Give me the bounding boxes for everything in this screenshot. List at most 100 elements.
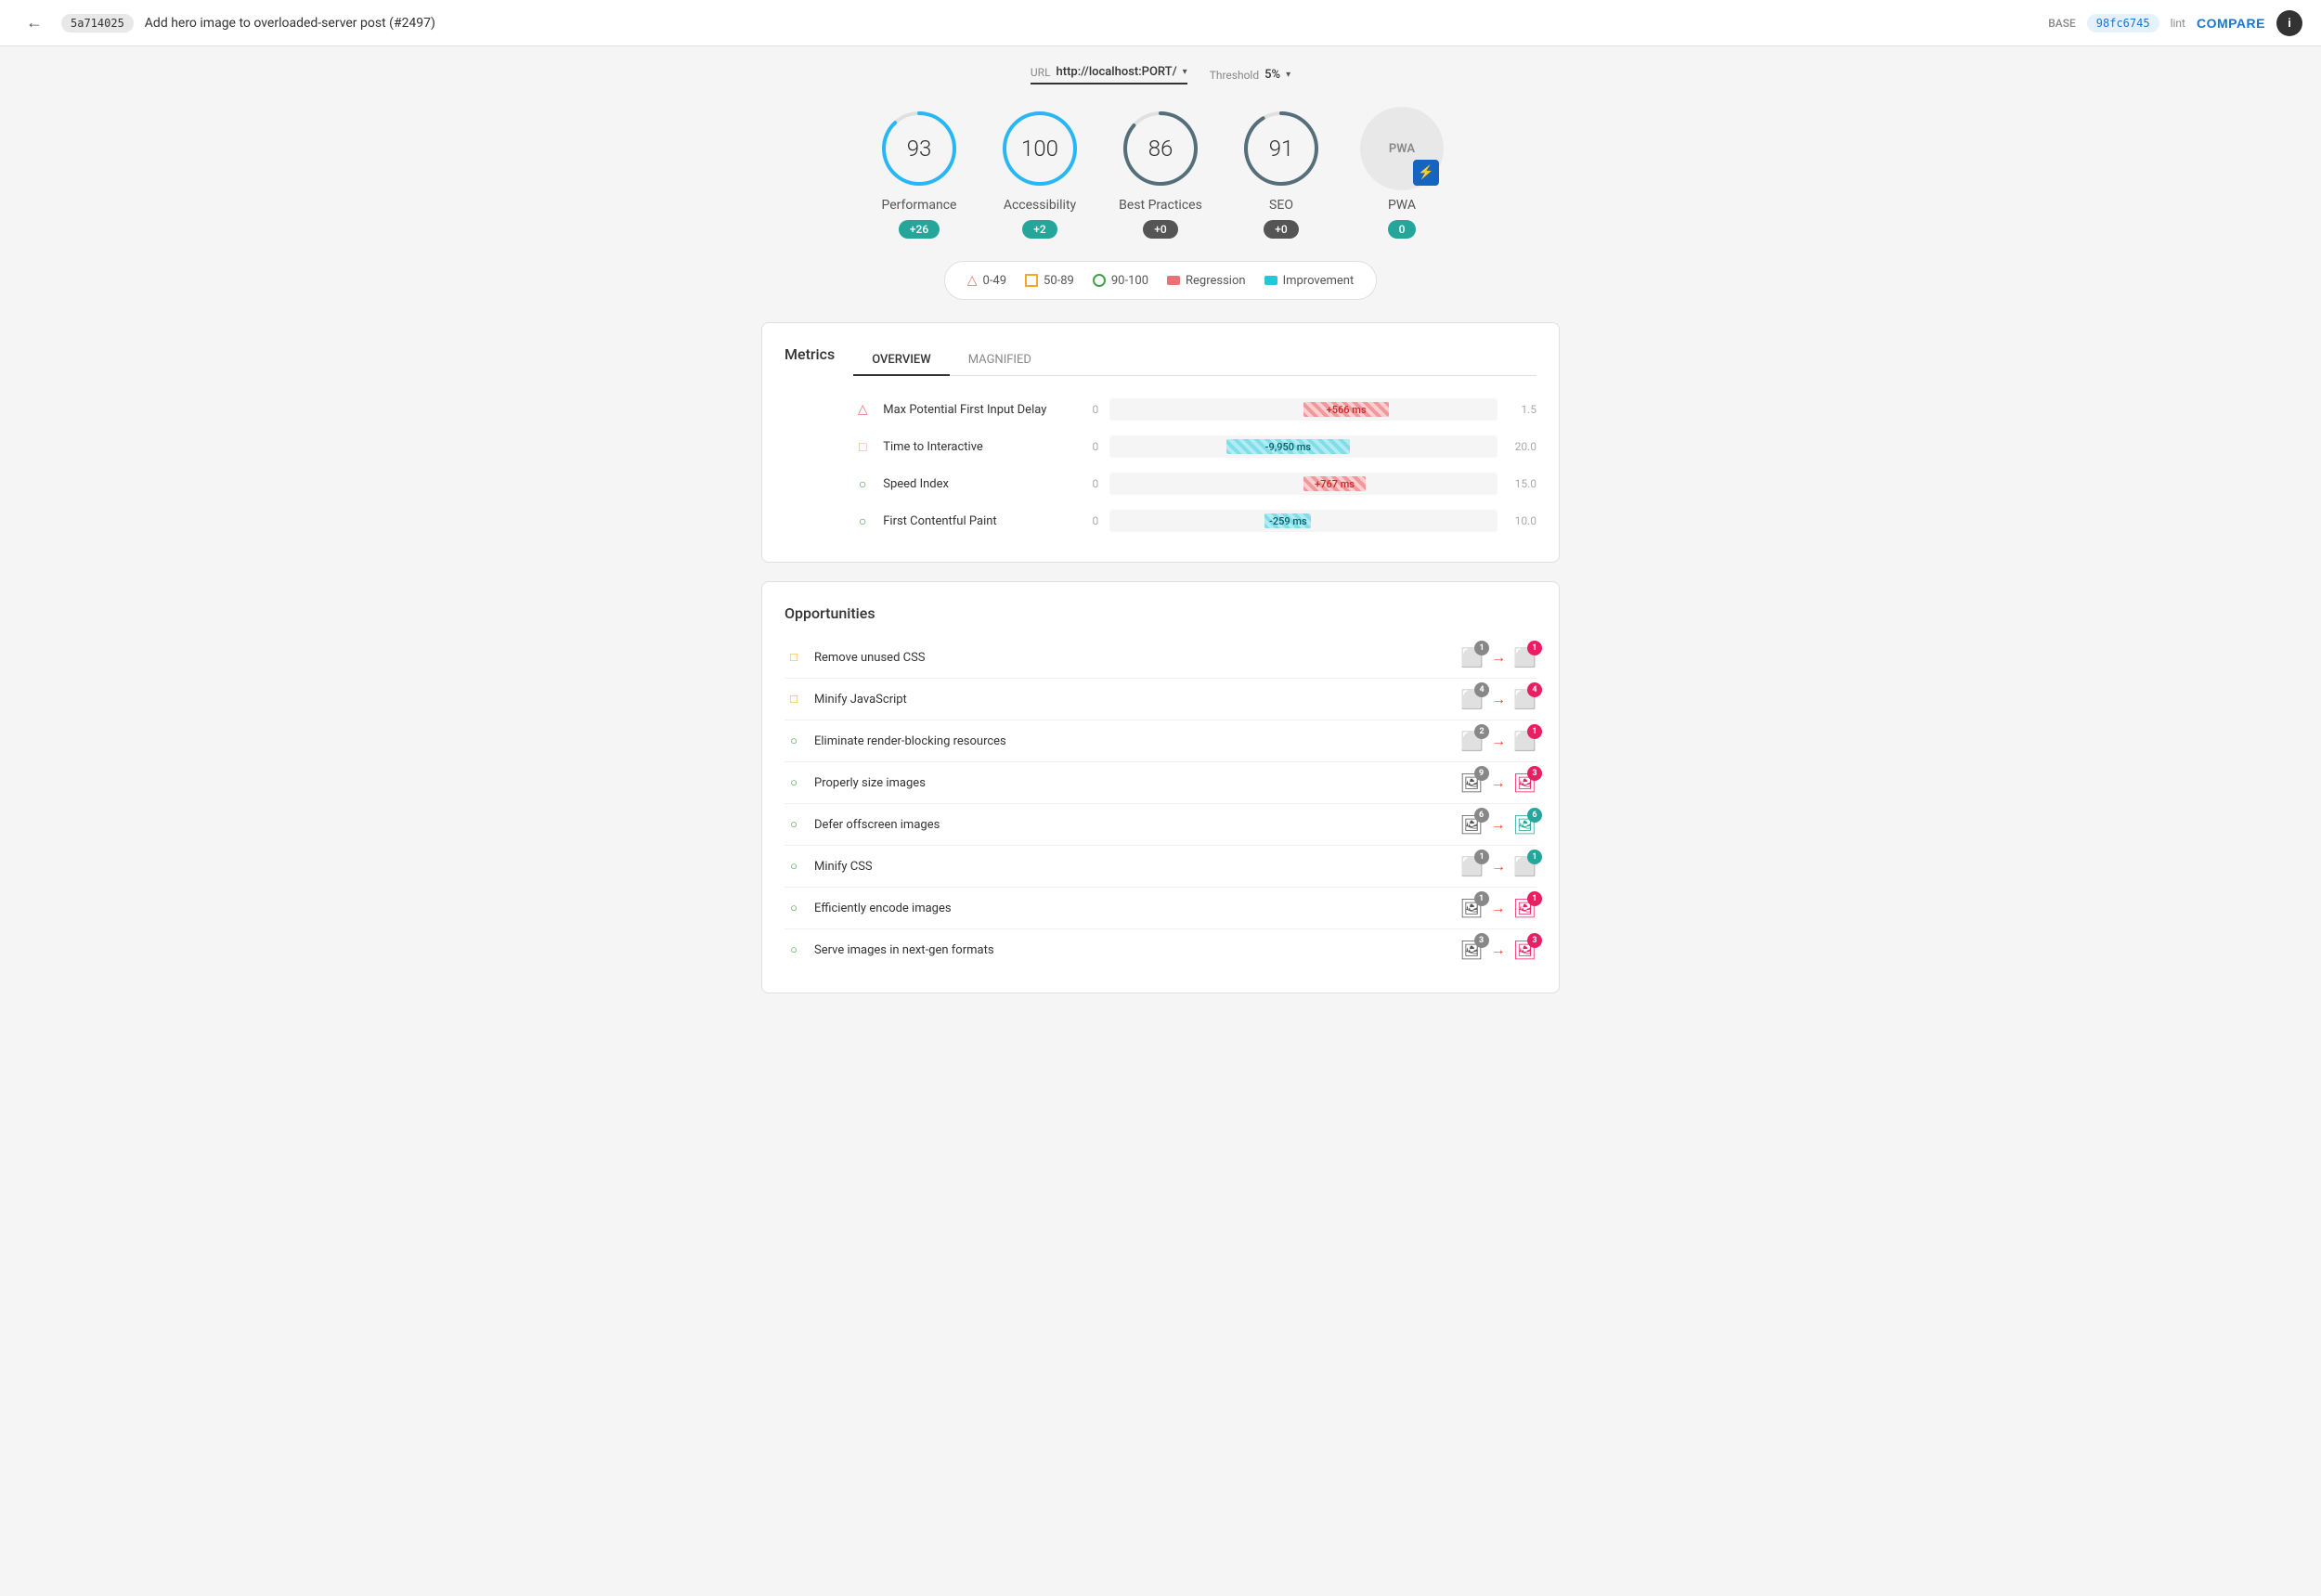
head-badge-next-gen: 3 (1527, 933, 1542, 948)
url-value: http://localhost:PORT/ (1057, 65, 1177, 79)
score-performance: 93 Performance +26 (877, 107, 961, 239)
url-dropdown-arrow: ▾ (1183, 67, 1187, 77)
head-badge-minify-css: 1 (1527, 850, 1542, 864)
opp-icons-encode-images: 🖼 1 → 🖼 1 (1459, 897, 1537, 919)
base-badge-render-blocking: 2 (1474, 724, 1489, 739)
url-label: URL (1031, 66, 1051, 79)
opp-base-file-minify-css: ⬜ 1 (1460, 855, 1484, 877)
threshold-dropdown-arrow: ▾ (1286, 70, 1290, 80)
score-accessibility: 100 Accessibility +2 (998, 107, 1082, 239)
head-badge-defer-offscreen: 6 (1527, 808, 1542, 823)
opp-icons-unused-css: ⬜ 1 → ⬜ 1 (1460, 646, 1537, 668)
head-badge-unused-css: 1 (1527, 641, 1542, 655)
legend-label-90-100: 90-100 (1111, 274, 1148, 288)
url-selector[interactable]: URL http://localhost:PORT/ ▾ (1031, 65, 1187, 84)
opp-icons-size-images: 🖼 9 → 🖼 3 (1459, 772, 1537, 794)
opp-head-file-minify-js: ⬜ 4 (1513, 688, 1537, 710)
square-icon-unused-css: □ (784, 650, 803, 665)
legend-item-regression: Regression (1167, 274, 1246, 288)
scores-row: 93 Performance +26 100 Accessibility +2 (761, 107, 1560, 239)
opp-head-img-next-gen: 🖼 3 (1513, 939, 1537, 961)
header: ← 5a714025 Add hero image to overloaded-… (0, 0, 2321, 46)
opportunities-title: Opportunities (784, 604, 1537, 622)
metric-bar-wrap-speed-index: +767 ms (1109, 473, 1498, 495)
legend: △ 0-49 50-89 90-100 Regression Improveme… (944, 261, 1377, 300)
metric-end-fcp: 10.0 (1509, 514, 1537, 527)
opp-name-defer-offscreen: Defer offscreen images (814, 818, 1448, 832)
opp-head-img-defer-offscreen: 🖼 6 (1513, 813, 1537, 836)
arrow-next-gen: → (1491, 941, 1506, 959)
seo-badge: +0 (1264, 220, 1298, 239)
opp-name-render-blocking: Eliminate render-blocking resources (814, 734, 1449, 748)
opp-row-next-gen: ○ Serve images in next-gen formats 🖼 3 →… (784, 929, 1537, 970)
opp-head-file-unused-css: ⬜ 1 (1513, 646, 1537, 668)
opp-name-unused-css: Remove unused CSS (814, 651, 1449, 665)
arrow-size-images: → (1491, 773, 1506, 792)
info-button[interactable]: i (2276, 10, 2302, 36)
opportunities-card: Opportunities □ Remove unused CSS ⬜ 1 → … (761, 581, 1560, 993)
accessibility-label: Accessibility (1004, 198, 1076, 213)
accessibility-circle: 100 (998, 107, 1082, 190)
arrow-defer-offscreen: → (1491, 815, 1506, 834)
tab-overview[interactable]: OVERVIEW (853, 345, 949, 376)
metric-bar-speed-index: +767 ms (1303, 476, 1366, 491)
arrow-minify-css: → (1491, 857, 1506, 876)
accessibility-badge: +2 (1022, 220, 1057, 239)
metric-row-max-fid: △ Max Potential First Input Delay 0 +566… (853, 391, 1537, 428)
tab-magnified[interactable]: MAGNIFIED (950, 345, 1050, 376)
metric-bar-wrap-fcp: -259 ms (1109, 510, 1498, 532)
opp-base-file-unused-css: ⬜ 1 (1460, 646, 1484, 668)
metric-row-speed-index: ○ Speed Index 0 +767 ms 15.0 (853, 465, 1537, 502)
threshold-selector[interactable]: Threshold 5% ▾ (1210, 68, 1290, 82)
opp-icons-defer-offscreen: 🖼 6 → 🖼 6 (1459, 813, 1537, 836)
metric-end-max-fid: 1.5 (1509, 403, 1537, 416)
metric-start-fcp: 0 (1080, 514, 1098, 527)
opp-head-img-size-images: 🖼 3 (1513, 772, 1537, 794)
base-badge-minify-js: 4 (1474, 682, 1489, 697)
opp-row-size-images: ○ Properly size images 🖼 9 → 🖼 3 (784, 762, 1537, 804)
pwa-text: PWA (1389, 142, 1415, 156)
circle-icon-size-images: ○ (784, 775, 803, 790)
opp-icons-render-blocking: ⬜ 2 → ⬜ 1 (1460, 730, 1537, 752)
best-practices-value: 86 (1148, 136, 1173, 162)
legend-label-50-89: 50-89 (1044, 274, 1074, 288)
back-button[interactable]: ← (19, 9, 50, 36)
score-best-practices: 86 Best Practices +0 (1119, 107, 1202, 239)
triangle-icon: △ (967, 273, 978, 288)
pwa-circle: PWA ⚡ (1360, 107, 1444, 190)
main-content: URL http://localhost:PORT/ ▾ Threshold 5… (743, 46, 1578, 1031)
opp-base-img-size-images: 🖼 9 (1459, 772, 1483, 794)
metric-start-max-fid: 0 (1080, 403, 1098, 416)
pwa-label: PWA (1388, 198, 1416, 213)
circle-icon-fcp: ○ (853, 513, 872, 529)
opp-base-file-minify-js: ⬜ 4 (1460, 688, 1484, 710)
opp-name-encode-images: Efficiently encode images (814, 902, 1448, 915)
legend-item-50-89: 50-89 (1025, 274, 1074, 288)
metric-end-tti: 20.0 (1509, 440, 1537, 453)
opp-icons-minify-css: ⬜ 1 → ⬜ 1 (1460, 855, 1537, 877)
seo-label: SEO (1269, 198, 1293, 213)
metric-end-speed-index: 15.0 (1509, 477, 1537, 490)
metric-bar-wrap-tti: -9,950 ms (1109, 435, 1498, 458)
metrics-tabs: OVERVIEW MAGNIFIED (853, 345, 1537, 376)
metric-bar-fcp: -259 ms (1264, 513, 1311, 528)
compare-button[interactable]: COMPARE (2197, 16, 2265, 31)
metric-name-tti: Time to Interactive (883, 440, 1069, 454)
opp-name-size-images: Properly size images (814, 776, 1448, 790)
triangle-icon-max-fid: △ (853, 402, 872, 417)
base-badge-next-gen: 3 (1474, 933, 1489, 948)
metric-name-fcp: First Contentful Paint (883, 514, 1069, 528)
seo-circle: 91 (1239, 107, 1323, 190)
best-practices-circle: 86 (1119, 107, 1202, 190)
opp-base-img-defer-offscreen: 🖼 6 (1459, 813, 1483, 836)
performance-circle: 93 (877, 107, 961, 190)
metric-start-speed-index: 0 (1080, 477, 1098, 490)
opp-base-file-render-blocking: ⬜ 2 (1460, 730, 1484, 752)
commit-title: Add hero image to overloaded-server post… (145, 16, 2037, 31)
opp-icons-minify-js: ⬜ 4 → ⬜ 4 (1460, 688, 1537, 710)
circle-icon-minify-css: ○ (784, 859, 803, 874)
legend-item-90-100: 90-100 (1093, 274, 1148, 288)
head-commit-badge: 98fc6745 (2087, 14, 2159, 32)
circle-icon-encode-images: ○ (784, 901, 803, 915)
square-orange-icon (1025, 274, 1038, 287)
